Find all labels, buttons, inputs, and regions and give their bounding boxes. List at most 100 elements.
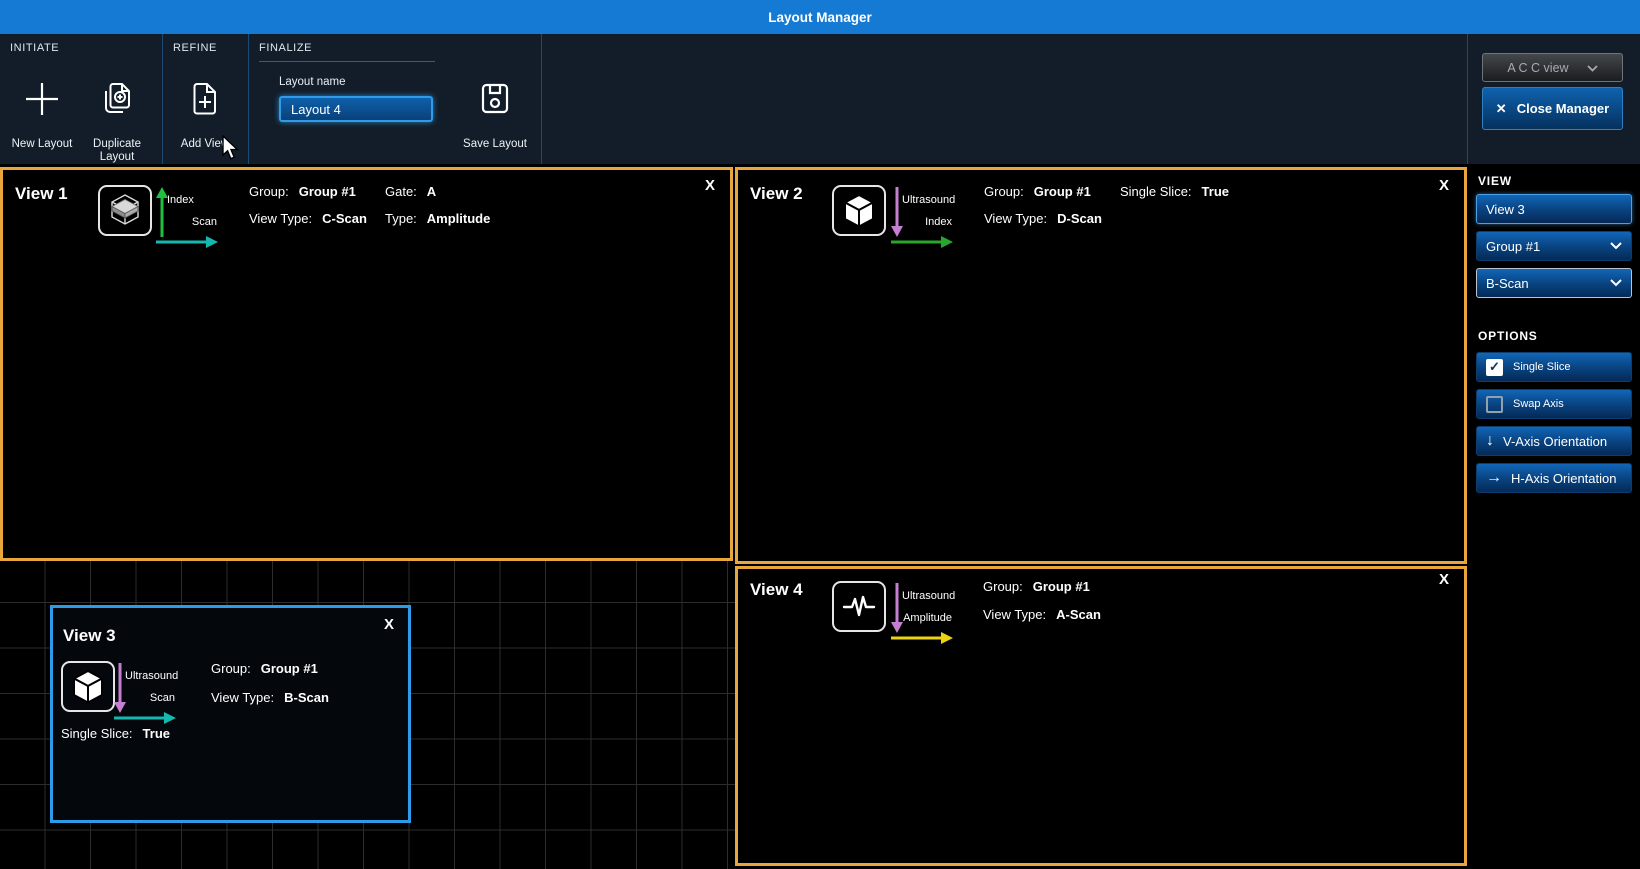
chevron-down-icon: [1587, 61, 1598, 75]
selected-view-field[interactable]: View 3: [1476, 194, 1632, 224]
view-panel-3-selected[interactable]: View 3 X Ultrasound Scan: [50, 605, 411, 823]
acc-view-dropdown[interactable]: A C C view: [1482, 53, 1623, 82]
field-value: C-Scan: [322, 211, 367, 226]
field-value: A: [427, 184, 436, 199]
checkbox-unchecked-icon: [1486, 396, 1503, 413]
h-axis-label: Index: [894, 216, 952, 228]
add-view-label: Add View: [181, 138, 229, 151]
h-axis-label: Scan: [159, 216, 217, 228]
field-value: Group #1: [1034, 184, 1091, 199]
close-view-button[interactable]: X: [1439, 571, 1449, 588]
close-view-button[interactable]: X: [1439, 177, 1449, 194]
view-panel-4[interactable]: View 4 X Ultrasound Amplitude: [735, 566, 1467, 866]
v-axis-label: Index: [167, 194, 194, 206]
field-label: View Type:: [211, 690, 274, 705]
duplicate-layout-button[interactable]: Duplicate Layout: [84, 82, 150, 164]
new-layout-button[interactable]: New Layout: [8, 82, 76, 151]
checkbox-checked-icon: ✓: [1486, 359, 1503, 376]
field-label: Group:: [211, 661, 251, 676]
layout-canvas: View 1 X Index Scan: [0, 164, 1640, 869]
field-label: Group:: [249, 184, 289, 199]
view-title: View 3: [63, 626, 116, 646]
axis-legend: Ultrasound Scan: [113, 663, 187, 727]
title-bar: Layout Manager: [0, 0, 1640, 34]
field-label: Group:: [983, 579, 1023, 594]
axis-arrow-right: [114, 711, 176, 725]
axis-legend: Ultrasound Amplitude: [890, 583, 964, 647]
add-document-icon: [190, 82, 220, 116]
swap-axis-label: Swap Axis: [1513, 398, 1564, 410]
section-label-finalize: FINALIZE: [259, 42, 435, 62]
field-label: Single Slice:: [1120, 184, 1192, 199]
h-axis-orientation-label: H-Axis Orientation: [1511, 471, 1616, 486]
axis-arrow-right: [156, 235, 218, 249]
view-info: Group:Group #1 View Type:A-Scan: [983, 579, 1101, 622]
v-axis-label: Ultrasound: [125, 670, 178, 682]
field-value: True: [1202, 184, 1229, 199]
acc-view-label: A C C view: [1507, 61, 1568, 75]
field-value: Group #1: [299, 184, 356, 199]
plus-icon: [24, 82, 60, 116]
v-axis-orientation-button[interactable]: ↓ V-Axis Orientation: [1476, 426, 1632, 456]
close-view-button[interactable]: X: [705, 177, 715, 194]
h-axis-orientation-button[interactable]: → H-Axis Orientation: [1476, 463, 1632, 493]
waveform-icon: [832, 581, 886, 632]
layout-name-input[interactable]: [279, 96, 433, 122]
arrow-right-icon: →: [1486, 469, 1502, 487]
field-value: Amplitude: [427, 211, 491, 226]
view-section-label: VIEW: [1478, 174, 1512, 188]
chevron-down-icon: [1610, 279, 1622, 287]
field-label: View Type:: [984, 211, 1047, 226]
layout-name-label: Layout name: [279, 76, 346, 88]
cube-slice-icon: [98, 185, 152, 236]
view-title: View 2: [750, 184, 803, 204]
v-axis-label: Ultrasound: [902, 194, 955, 206]
close-icon: ✕: [1496, 101, 1507, 117]
close-manager-button[interactable]: ✕ Close Manager: [1482, 87, 1623, 130]
view-panel-2[interactable]: View 2 X Ultrasound Index: [735, 167, 1467, 564]
v-axis-label: Ultrasound: [902, 590, 955, 602]
toolbar-section-manager: A C C view ✕ Close Manager: [1468, 34, 1640, 164]
view-info: Group:Group #1 View Type:B-Scan: [211, 661, 329, 705]
axis-arrow-right: [891, 235, 953, 249]
section-label-initiate: INITIATE: [10, 42, 59, 54]
group-dropdown[interactable]: Group #1: [1476, 231, 1632, 261]
view-panel-1[interactable]: View 1 X Index Scan: [0, 167, 733, 561]
field-label: View Type:: [249, 211, 312, 226]
toolbar-section-refine: REFINE Add View: [163, 34, 248, 164]
arrow-down-icon: ↓: [1486, 432, 1494, 450]
toolbar: INITIATE New Layout Duplicate: [0, 34, 1640, 164]
view-info: Group: Group #1 Gate: A View Type: C-Scan T…: [249, 184, 490, 226]
options-section-label: OPTIONS: [1478, 329, 1538, 343]
view-type-dropdown-value: B-Scan: [1486, 276, 1529, 291]
field-label: View Type:: [983, 607, 1046, 622]
save-icon: [479, 82, 511, 116]
toolbar-section-finalize: FINALIZE Layout name Save Layout: [249, 34, 541, 164]
field-value: True: [143, 726, 170, 741]
save-layout-button[interactable]: Save Layout: [459, 82, 531, 151]
close-manager-label: Close Manager: [1517, 101, 1609, 116]
add-view-button[interactable]: Add View: [171, 82, 239, 151]
field-value: Group #1: [1033, 579, 1090, 594]
window-title: Layout Manager: [768, 10, 872, 25]
field-label: Type:: [385, 211, 417, 226]
axis-legend: Index Scan: [155, 187, 229, 251]
chevron-down-icon: [1610, 242, 1622, 250]
view-title: View 1: [15, 184, 68, 204]
close-view-button[interactable]: X: [384, 616, 394, 633]
field-value: Group #1: [261, 661, 318, 676]
axis-arrow-right: [891, 631, 953, 645]
single-slice-readout: Single Slice:True: [61, 726, 170, 741]
field-value: D-Scan: [1057, 211, 1102, 226]
view-type-dropdown[interactable]: B-Scan: [1476, 268, 1632, 298]
toolbar-empty-area: [542, 34, 1467, 164]
v-axis-orientation-label: V-Axis Orientation: [1503, 434, 1607, 449]
axis-legend: Ultrasound Index: [890, 187, 964, 251]
field-label: Gate:: [385, 184, 417, 199]
swap-axis-checkbox[interactable]: Swap Axis: [1476, 389, 1632, 419]
view-info: Group:Group #1 Single Slice:True View Ty…: [984, 184, 1229, 226]
single-slice-checkbox[interactable]: ✓ Single Slice: [1476, 352, 1632, 382]
duplicate-layout-label: Duplicate Layout: [84, 138, 150, 164]
toolbar-section-initiate: INITIATE New Layout Duplicate: [0, 34, 162, 164]
group-dropdown-value: Group #1: [1486, 239, 1540, 254]
